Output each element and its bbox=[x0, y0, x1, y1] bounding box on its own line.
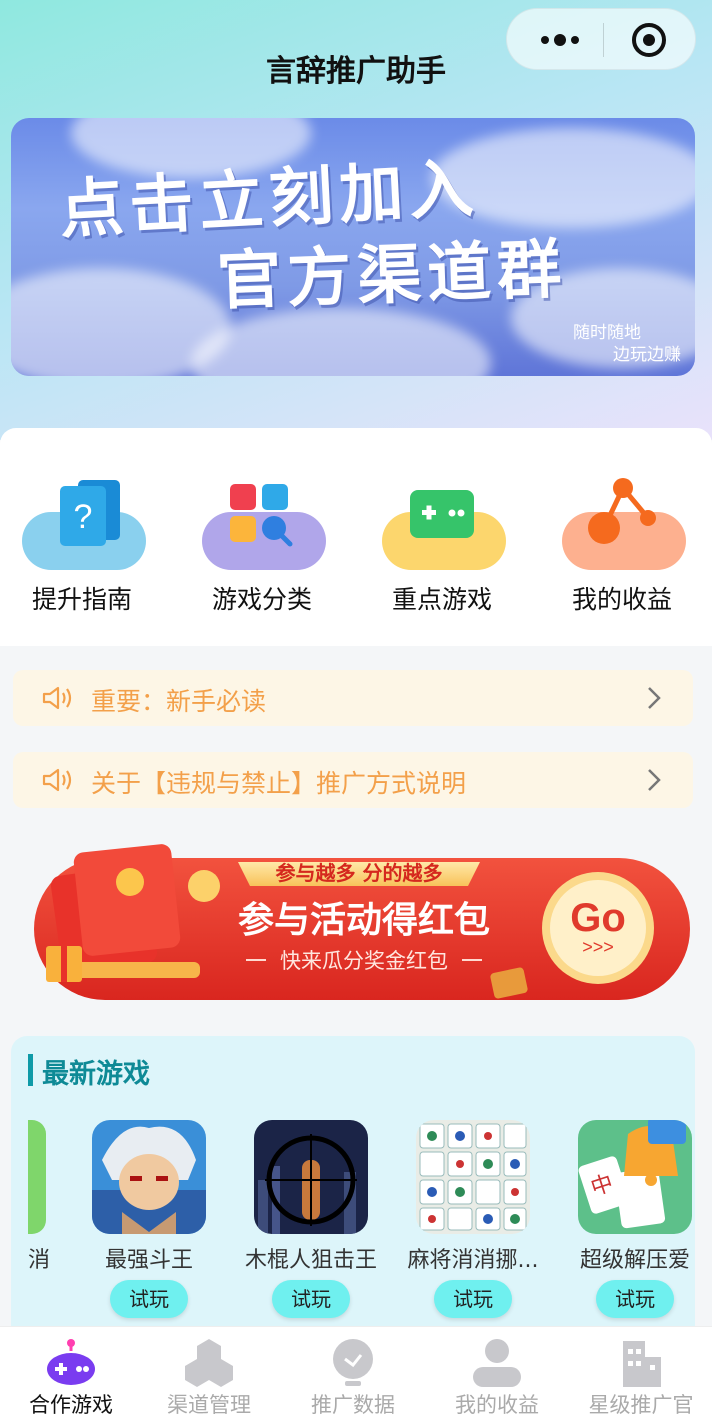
notice-text: 重要：新手必读 bbox=[91, 687, 267, 716]
game-card[interactable]: 中 超级解压爱 试玩 bbox=[560, 1120, 710, 1330]
more-icon[interactable] bbox=[537, 23, 587, 57]
chevron-right-icon bbox=[648, 687, 661, 709]
game-controller-icon bbox=[47, 1339, 95, 1385]
tab-label: 我的收益 bbox=[455, 1393, 539, 1417]
chevron-right-icon bbox=[648, 769, 661, 791]
mahjong-bell-game-icon: 中 bbox=[578, 1120, 692, 1234]
speaker-icon bbox=[42, 768, 72, 792]
tab-label: 星级推广官 bbox=[588, 1393, 694, 1417]
try-play-button[interactable]: 试玩 bbox=[596, 1280, 674, 1318]
game-name: 超级解压爱 bbox=[579, 1248, 690, 1273]
notice-text: 关于【违规与禁止】推广方式说明 bbox=[91, 769, 467, 798]
notice-violation-rules[interactable]: 关于【违规与禁止】推广方式说明 bbox=[13, 752, 693, 808]
quick-item-label: 游戏分类 bbox=[211, 585, 312, 614]
join-group-banner[interactable]: 点击立刻加入 官方渠道群 随时随地 边玩边赚 bbox=[11, 118, 695, 376]
tab-label: 合作游戏 bbox=[29, 1393, 113, 1417]
miniprogram-capsule bbox=[506, 8, 696, 70]
close-miniprogram-icon[interactable] bbox=[631, 22, 667, 58]
sniper-game-icon bbox=[254, 1120, 368, 1234]
guide-icon: ? bbox=[60, 480, 120, 546]
earnings-icon bbox=[588, 478, 656, 544]
game-name: 最强斗王 bbox=[104, 1248, 193, 1273]
banner-headline-2: 官方渠道群 bbox=[216, 232, 569, 320]
tab-label: 渠道管理 bbox=[167, 1393, 251, 1417]
try-play-button[interactable]: 试玩 bbox=[434, 1280, 512, 1318]
tab-cooperation-games[interactable]: 合作游戏 bbox=[0, 1327, 142, 1424]
try-play-button[interactable]: 试玩 bbox=[110, 1280, 188, 1318]
promo-subtitle: 快来瓜分奖金红包 bbox=[280, 949, 448, 973]
banner-subtitle-2: 边玩边赚 bbox=[613, 345, 681, 365]
quick-item-earnings[interactable]: 我的收益 bbox=[552, 476, 692, 616]
quick-item-featured[interactable]: 重点游戏 bbox=[372, 476, 512, 616]
mahjong-game-icon bbox=[416, 1120, 530, 1234]
capsule-divider bbox=[603, 23, 604, 57]
category-icon bbox=[230, 484, 293, 547]
tab-star-promoter[interactable]: 星级推广官 bbox=[570, 1327, 712, 1424]
partial-game-name: 消 bbox=[28, 1248, 51, 1273]
tab-my-earnings[interactable]: 我的收益 bbox=[426, 1327, 568, 1424]
speaker-icon bbox=[42, 686, 72, 710]
promo-go-arrows: >>> bbox=[582, 937, 614, 957]
quick-item-label: 我的收益 bbox=[571, 585, 672, 614]
gamepad-icon bbox=[410, 490, 474, 538]
game-card[interactable]: 麻将消消挪... 试玩 bbox=[398, 1120, 548, 1330]
notice-newbie-guide[interactable]: 重要：新手必读 bbox=[13, 670, 693, 726]
quick-item-category[interactable]: 游戏分类 bbox=[192, 476, 332, 616]
user-icon bbox=[473, 1339, 521, 1387]
quick-item-label: 重点游戏 bbox=[391, 585, 492, 614]
section-accent-bar bbox=[28, 1054, 33, 1086]
promo-go-text: Go bbox=[570, 896, 626, 940]
try-play-button[interactable]: 试玩 bbox=[272, 1280, 350, 1318]
quick-item-label: 提升指南 bbox=[31, 585, 132, 614]
tab-channel-management[interactable]: 渠道管理 bbox=[138, 1327, 280, 1424]
game-name: 麻将消消挪... bbox=[407, 1248, 539, 1273]
section-title: 最新游戏 bbox=[42, 1059, 150, 1090]
tab-promotion-data[interactable]: 推广数据 bbox=[282, 1327, 424, 1424]
svg-text:?: ? bbox=[74, 498, 93, 536]
quick-item-guide[interactable]: ? 提升指南 bbox=[12, 476, 152, 616]
channel-icon bbox=[185, 1339, 233, 1387]
fighter-game-icon bbox=[92, 1120, 206, 1234]
game-card[interactable]: 木棍人狙击王 试玩 bbox=[236, 1120, 386, 1330]
promo-tag: 参与越多 分的越多 bbox=[276, 861, 443, 885]
partial-game-icon[interactable] bbox=[28, 1120, 46, 1234]
game-name: 木棍人狙击王 bbox=[244, 1248, 377, 1273]
promo-title: 参与活动得红包 bbox=[238, 900, 490, 941]
game-card[interactable]: 最强斗王 试玩 bbox=[74, 1120, 224, 1330]
bottom-tab-bar: 合作游戏 渠道管理 推广数据 我的收益 星级推广官 bbox=[0, 1326, 712, 1424]
data-icon bbox=[333, 1339, 373, 1386]
red-envelope-promo-banner[interactable]: 参与越多 分的越多 参与活动得红包 快来瓜分奖金红包 Go >>> bbox=[28, 840, 690, 1010]
building-icon bbox=[623, 1341, 661, 1387]
tab-label: 推广数据 bbox=[311, 1393, 395, 1417]
